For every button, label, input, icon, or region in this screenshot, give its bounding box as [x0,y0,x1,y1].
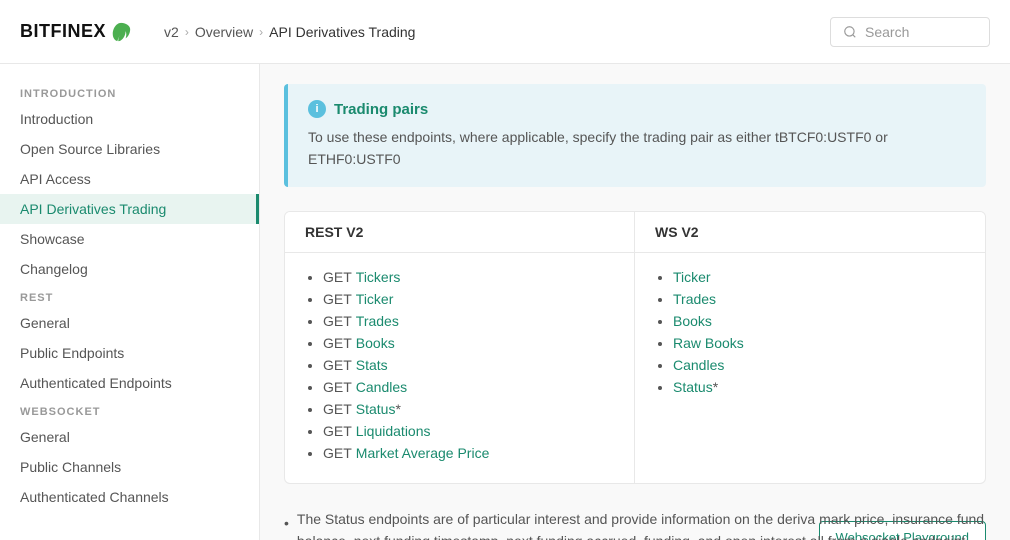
ws-v2-header: WS V2 [635,212,985,253]
sidebar-item-ws-general[interactable]: General [0,422,259,452]
sidebar: INTRODUCTION Introduction Open Source Li… [0,64,260,540]
logo: BITFINEX [20,21,132,43]
list-item: GETLiquidations [323,423,614,439]
list-item: GETBooks [323,335,614,351]
status-text-row: • The Status endpoints are of particular… [284,508,986,540]
api-table-body: GETTickers GETTicker GETTrades GETBooks … [285,253,985,483]
search-label[interactable]: Search [865,24,909,40]
info-box: i Trading pairs To use these endpoints, … [284,84,986,187]
list-item: Raw Books [673,335,965,351]
info-box-title: i Trading pairs [308,100,966,118]
sidebar-item-introduction[interactable]: Introduction [0,104,259,134]
list-item: Candles [673,357,965,373]
sidebar-item-public-endpoints[interactable]: Public Endpoints [0,338,259,368]
list-item: GETCandles [323,379,614,395]
api-table: REST V2 WS V2 GETTickers GETTicker GETTr… [284,211,986,484]
sidebar-item-rest-general[interactable]: General [0,308,259,338]
header: BITFINEX v2 › Overview › API Derivatives… [0,0,1010,64]
list-item: GETTicker [323,291,614,307]
sidebar-item-api-access[interactable]: API Access [0,164,259,194]
sidebar-section-websocket: WEBSOCKET [0,398,259,422]
sidebar-item-public-channels[interactable]: Public Channels [0,452,259,482]
sidebar-item-changelog[interactable]: Changelog [0,254,259,284]
sidebar-item-api-derivatives-trading[interactable]: API Derivatives Trading [0,194,259,224]
layout: INTRODUCTION Introduction Open Source Li… [0,64,1010,540]
info-icon: i [308,100,326,118]
rest-v2-header: REST V2 [285,212,635,253]
bullet: • [284,512,289,534]
search-icon [843,25,857,39]
list-item: Books [673,313,965,329]
search-box[interactable]: Search [830,17,990,47]
sidebar-section-introduction: INTRODUCTION [0,80,259,104]
sidebar-item-open-source-libraries[interactable]: Open Source Libraries [0,134,259,164]
list-item: Ticker [673,269,965,285]
logo-leaf-icon [110,21,132,43]
status-description: The Status endpoints are of particular i… [297,508,986,540]
sidebar-section-rest: REST [0,284,259,308]
list-item: Trades [673,291,965,307]
list-item: GETStats [323,357,614,373]
list-item: GETMarket Average Price [323,445,614,461]
breadcrumb-v2[interactable]: v2 [164,24,179,40]
breadcrumb-sep-2: › [259,25,263,39]
sidebar-item-showcase[interactable]: Showcase [0,224,259,254]
breadcrumb-current: API Derivatives Trading [269,24,415,40]
list-item: GETTrades [323,313,614,329]
info-box-title-text: Trading pairs [334,101,428,118]
list-item: Status* [673,379,965,395]
breadcrumb-sep-1: › [185,25,189,39]
list-item: GETTickers [323,269,614,285]
logo-text: BITFINEX [20,21,106,42]
sidebar-item-authenticated-channels[interactable]: Authenticated Channels [0,482,259,512]
api-table-header: REST V2 WS V2 [285,212,985,253]
breadcrumb: v2 › Overview › API Derivatives Trading [164,24,830,40]
main-content: i Trading pairs To use these endpoints, … [260,64,1010,540]
breadcrumb-overview[interactable]: Overview [195,24,253,40]
status-section: • The Status endpoints are of particular… [284,508,986,540]
info-box-text: To use these endpoints, where applicable… [308,126,966,171]
rest-v2-col: GETTickers GETTicker GETTrades GETBooks … [285,253,635,483]
sidebar-item-authenticated-endpoints[interactable]: Authenticated Endpoints [0,368,259,398]
ws-v2-col: Ticker Trades Books Raw Books Candles St… [635,253,985,483]
list-item: GETStatus* [323,401,614,417]
